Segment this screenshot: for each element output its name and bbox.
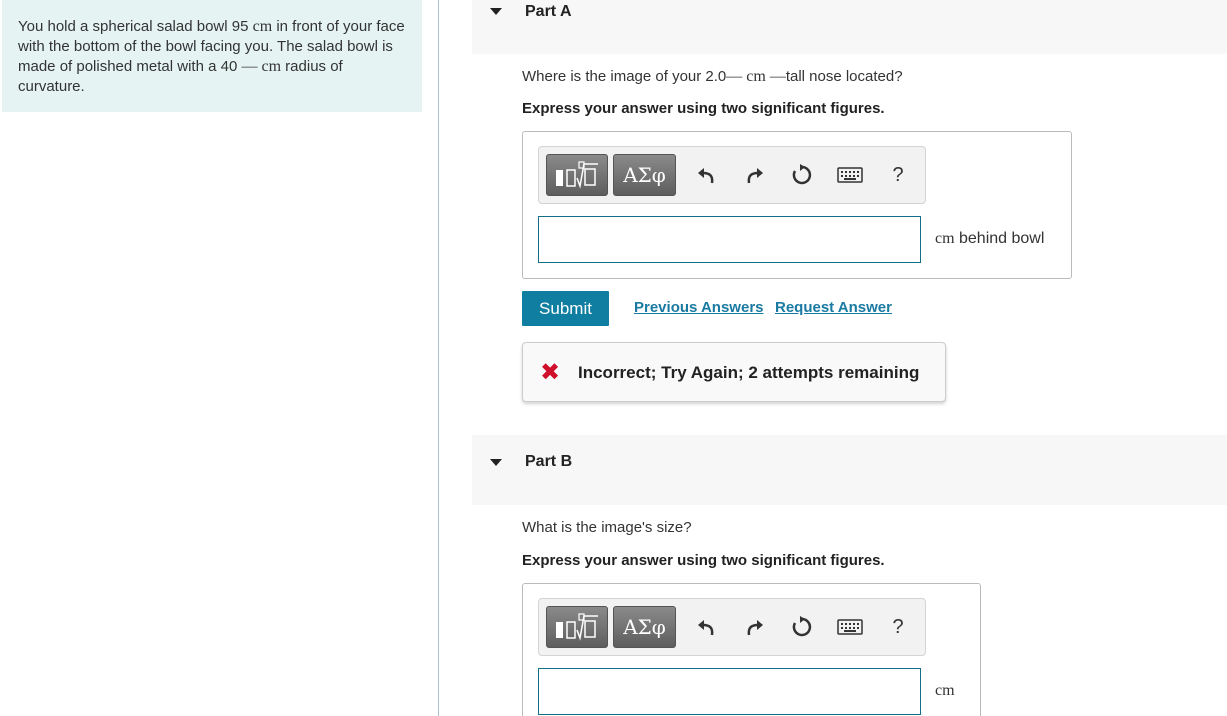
feedback-message: Incorrect; Try Again; 2 attempts remaini… bbox=[578, 363, 920, 382]
feedback-box: ✖ Incorrect; Try Again; 2 attempts remai… bbox=[522, 342, 946, 402]
collapse-caret-icon[interactable] bbox=[490, 459, 502, 466]
part-b-answer-box: ΑΣφ ? cm bbox=[522, 583, 981, 716]
problem-unit-2: — cm bbox=[241, 58, 282, 75]
sqrt-template-icon bbox=[556, 161, 598, 189]
part-a-title: Part A bbox=[525, 3, 572, 20]
part-b-instruction: Express your answer using two significan… bbox=[522, 552, 885, 569]
part-a-unit-text: behind bowl bbox=[954, 230, 1045, 247]
undo-icon[interactable] bbox=[691, 611, 721, 643]
part-a-question-unit: — cm — bbox=[726, 68, 786, 85]
part-a-question: Where is the image of your 2.0— cm —tall… bbox=[522, 68, 903, 86]
sqrt-template-icon bbox=[556, 613, 598, 641]
help-button[interactable]: ? bbox=[883, 611, 913, 643]
math-toolbar: ΑΣφ ? bbox=[538, 598, 926, 656]
part-a-instruction: Express your answer using two significan… bbox=[522, 100, 885, 117]
request-answer-link[interactable]: Request Answer bbox=[775, 299, 892, 316]
part-a-question-text-2: tall nose located? bbox=[785, 68, 903, 85]
column-divider bbox=[438, 0, 439, 716]
math-toolbar: ΑΣφ ? bbox=[538, 146, 926, 204]
part-a-header[interactable]: Part A bbox=[472, 0, 1227, 54]
part-b-title: Part B bbox=[525, 453, 573, 470]
help-button[interactable]: ? bbox=[883, 159, 913, 191]
symbols-button[interactable]: ΑΣφ bbox=[613, 154, 676, 196]
redo-icon[interactable] bbox=[740, 159, 770, 191]
part-b-question: What is the image's size? bbox=[522, 519, 692, 536]
part-b-unit: cm bbox=[935, 682, 955, 699]
templates-button[interactable] bbox=[546, 154, 608, 196]
problem-text-1: You hold a spherical salad bowl 95 bbox=[18, 18, 253, 35]
part-a-answer-input[interactable] bbox=[538, 216, 921, 263]
part-b-answer-input[interactable] bbox=[538, 668, 921, 715]
part-a-answer-box: ΑΣφ ? cm behind bowl bbox=[522, 131, 1072, 279]
reset-icon[interactable] bbox=[787, 611, 817, 643]
part-a-question-text-1: Where is the image of your 2.0 bbox=[522, 68, 727, 85]
redo-icon[interactable] bbox=[740, 611, 770, 643]
part-a-unit: cm behind bowl bbox=[935, 230, 1044, 248]
part-b-header[interactable]: Part B bbox=[472, 435, 1227, 505]
undo-icon[interactable] bbox=[691, 159, 721, 191]
reset-icon[interactable] bbox=[787, 159, 817, 191]
symbols-button[interactable]: ΑΣφ bbox=[613, 606, 676, 648]
previous-answers-link[interactable]: Previous Answers bbox=[634, 299, 764, 316]
incorrect-x-icon: ✖ bbox=[540, 359, 561, 386]
collapse-caret-icon[interactable] bbox=[490, 8, 502, 15]
keyboard-icon[interactable] bbox=[835, 159, 865, 191]
keyboard-icon[interactable] bbox=[835, 611, 865, 643]
problem-statement: You hold a spherical salad bowl 95 cm in… bbox=[2, 0, 422, 112]
templates-button[interactable] bbox=[546, 606, 608, 648]
part-a-unit-serif: cm bbox=[935, 230, 955, 247]
submit-button[interactable]: Submit bbox=[522, 291, 609, 326]
problem-unit-1: cm bbox=[252, 18, 273, 35]
